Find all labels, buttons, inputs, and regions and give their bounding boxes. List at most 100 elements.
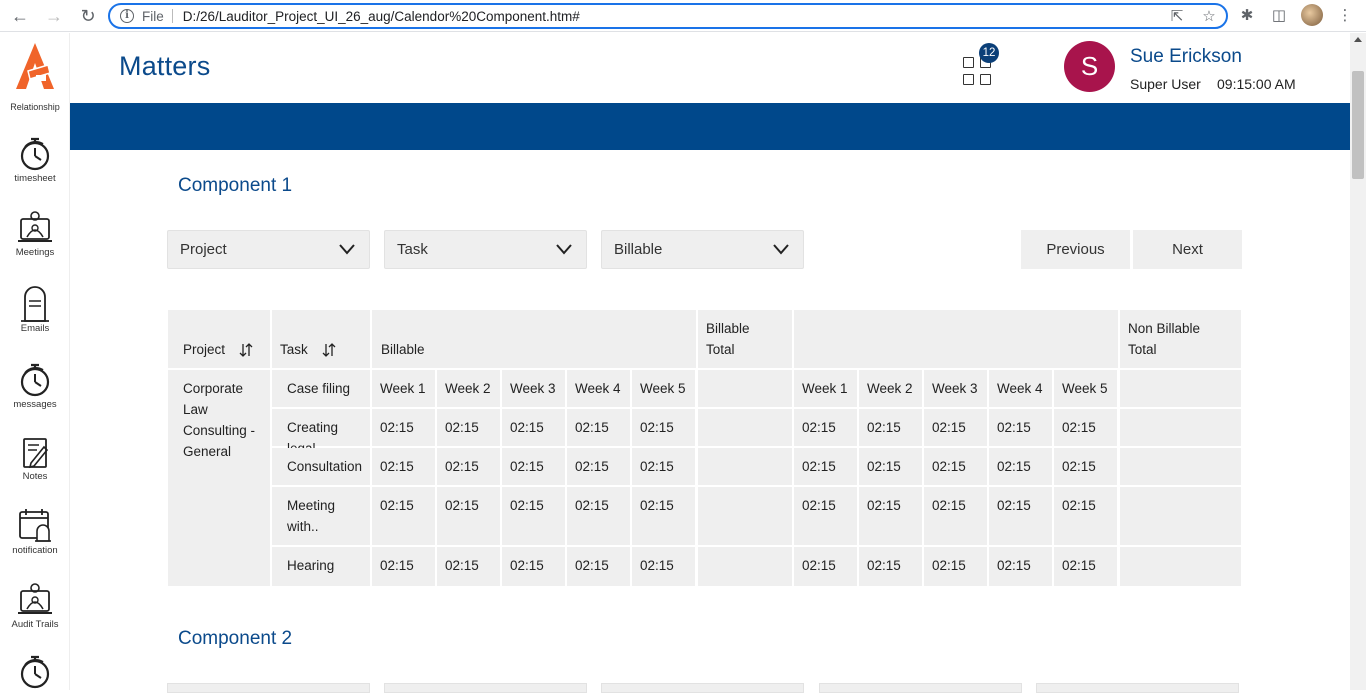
billable-hours-cell: 02:15 — [632, 487, 695, 545]
billable-hours-cell: Week 2 — [437, 370, 500, 407]
component-2-dropdown[interactable] — [167, 683, 370, 693]
nonbillable-hours-cell: 02:15 — [859, 409, 922, 446]
nonbillable-hours-cell: 02:15 — [859, 448, 922, 485]
nonbillable-hours-cell: 02:15 — [859, 487, 922, 545]
nonbillable-hours-cell: 02:15 — [924, 409, 987, 446]
sidebar-item-notes[interactable]: Notes — [0, 433, 69, 482]
billable-dropdown[interactable]: Billable — [601, 230, 804, 269]
sort-icon[interactable] — [322, 343, 336, 358]
sidebar-item-label: timesheet — [14, 173, 56, 184]
apps-grid-button[interactable]: 12 — [963, 43, 999, 89]
user-name[interactable]: Sue Erickson — [1130, 46, 1242, 68]
avatar[interactable]: S — [1064, 41, 1115, 92]
sidebar-item-meetings[interactable]: Meetings — [0, 209, 69, 258]
nonbillable-hours-cell: 02:15 — [989, 448, 1052, 485]
task-cell: Creating legal — [272, 409, 370, 456]
scrollbar-thumb[interactable] — [1352, 71, 1364, 179]
nonbillable-hours-cell: 02:15 — [1054, 409, 1117, 446]
sidebar-item-audit-trails[interactable]: Audit Trails — [0, 581, 69, 630]
billable-total-cell — [698, 409, 792, 446]
billable-hours-cell: 02:15 — [567, 409, 630, 446]
stopwatch-icon — [20, 137, 50, 171]
component-2-dropdown[interactable] — [1036, 683, 1239, 693]
project-dropdown[interactable]: Project — [167, 230, 370, 269]
billable-hours-cell: 02:15 — [632, 409, 695, 446]
nonbillable-hours-cell: 02:15 — [989, 487, 1052, 545]
billable-hours-cell: 02:15 — [372, 547, 435, 586]
info-icon[interactable]: i — [120, 9, 134, 23]
task-cell: Consultation — [272, 448, 370, 485]
apps-grid-icon — [980, 74, 991, 85]
nonbillable-total-cell — [1120, 409, 1241, 446]
nonbillable-total-cell — [1120, 448, 1241, 485]
scroll-up-arrow-icon[interactable] — [1354, 37, 1362, 42]
task-dropdown[interactable]: Task — [384, 230, 587, 269]
nonbillable-hours-cell: 02:15 — [989, 547, 1052, 586]
project-name-cell: Corporate Law Consulting - General — [168, 370, 270, 586]
column-header-task[interactable]: Task — [272, 310, 370, 368]
sidebar-item-label: Notes — [22, 471, 48, 482]
task-cell: Hearing — [272, 547, 370, 586]
sidebar-item-label: Audit Trails — [11, 619, 59, 630]
sidebar-item-more[interactable] — [0, 653, 69, 690]
chevron-down-icon — [773, 244, 789, 255]
nonbillable-hours-cell: 02:15 — [1054, 487, 1117, 545]
reload-icon[interactable]: ↻ — [76, 4, 100, 28]
sort-icon[interactable] — [239, 343, 253, 358]
billable-total-cell — [698, 487, 792, 545]
component-2-dropdown[interactable] — [601, 683, 804, 693]
extensions-icon[interactable]: ✱ — [1236, 5, 1258, 27]
menu-kebab-icon[interactable]: ⋮ — [1334, 5, 1356, 27]
next-button[interactable]: Next — [1133, 230, 1242, 269]
billable-hours-cell: 02:15 — [502, 487, 565, 545]
nonbillable-hours-cell: 02:15 — [859, 547, 922, 586]
calendar-bell-icon — [19, 509, 51, 542]
billable-hours-cell: 02:15 — [372, 409, 435, 446]
header-banner — [70, 103, 1350, 150]
nonbillable-hours-cell: 02:15 — [1054, 547, 1117, 586]
bookmark-star-icon[interactable]: ☆ — [1200, 7, 1218, 25]
address-bar[interactable]: i File D:/26/Lauditor_Project_UI_26_aug/… — [108, 3, 1228, 29]
column-header-project[interactable]: Project — [168, 310, 270, 368]
billable-hours-cell: Week 1 — [372, 370, 435, 407]
component-1-title: Component 1 — [178, 175, 293, 196]
previous-button[interactable]: Previous — [1021, 230, 1130, 269]
user-time: 09:15:00 AM — [1217, 76, 1296, 92]
timesheet-table: Project Task Billable Billable Total Non… — [168, 310, 1241, 586]
share-icon[interactable]: ⇱ — [1168, 7, 1186, 25]
component-2-dropdown[interactable] — [384, 683, 587, 693]
nonbillable-hours-cell: Week 3 — [924, 370, 987, 407]
billable-hours-cell: 02:15 — [567, 487, 630, 545]
url-text[interactable]: D:/26/Lauditor_Project_UI_26_aug/Calendo… — [183, 9, 580, 24]
billable-hours-cell: 02:15 — [632, 547, 695, 586]
chevron-down-icon — [339, 244, 355, 255]
forward-arrow-icon[interactable]: → — [42, 4, 66, 28]
sidebar-item-notification[interactable]: notification — [0, 507, 69, 556]
billable-hours-cell: Week 5 — [632, 370, 695, 407]
nonbillable-hours-cell: 02:15 — [794, 448, 857, 485]
sidebar-item-relationship-label[interactable]: Relationship — [0, 102, 69, 112]
column-header-label: Task — [280, 342, 308, 357]
nonbillable-total-cell — [1120, 547, 1241, 586]
sidebar-item-messages[interactable]: messages — [0, 361, 69, 410]
nonbillable-hours-cell: 02:15 — [989, 409, 1052, 446]
billable-total-cell — [698, 370, 792, 407]
notification-badge: 12 — [979, 43, 999, 63]
meeting-icon — [18, 583, 52, 614]
billable-hours-cell: Week 3 — [502, 370, 565, 407]
sidebar-item-label: Meetings — [15, 247, 55, 258]
task-cell: Meeting with.. — [272, 487, 370, 545]
side-panel-icon[interactable]: ◫ — [1268, 5, 1290, 27]
sidebar-item-timesheet[interactable]: timesheet — [0, 135, 69, 184]
billable-hours-cell: 02:15 — [502, 409, 565, 446]
back-arrow-icon[interactable]: ← — [8, 4, 32, 28]
component-2-dropdown[interactable] — [819, 683, 1022, 693]
sidebar-item-emails[interactable]: Emails — [0, 285, 69, 334]
profile-avatar[interactable] — [1301, 4, 1323, 26]
lauditor-logo-icon — [16, 43, 54, 89]
billable-total-cell — [698, 547, 792, 586]
notes-icon — [23, 438, 49, 469]
page-scrollbar[interactable] — [1350, 33, 1366, 690]
stopwatch-icon — [20, 655, 50, 689]
column-header-nonbillable — [794, 310, 1118, 368]
